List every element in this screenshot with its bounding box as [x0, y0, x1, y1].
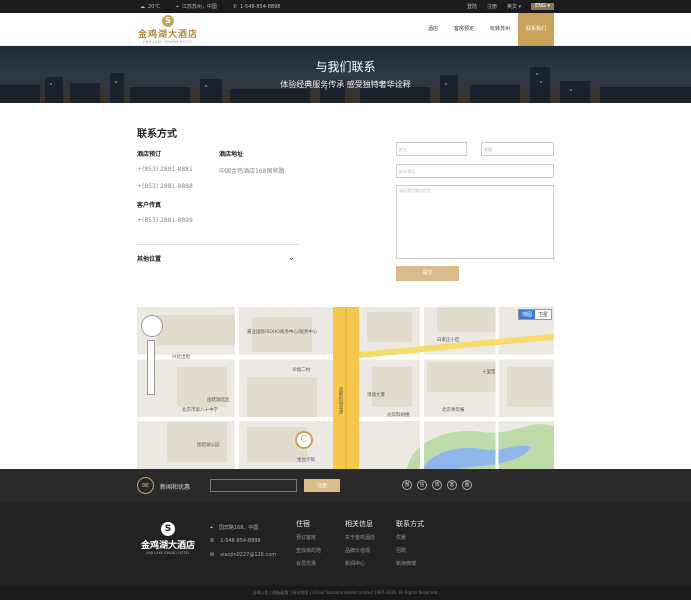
map-pan-control[interactable]: [141, 315, 163, 337]
logo-mark-icon: S: [162, 15, 174, 27]
footer-logo-mark-icon: S: [161, 522, 175, 536]
language-dropdown[interactable]: 英文 ▾: [507, 3, 521, 10]
divider: [137, 244, 299, 245]
map-label: 嘉业国际/SOHO商务中心/服务中心: [247, 330, 318, 335]
brand-name-cn: 金鸡湖大酒店: [138, 30, 199, 40]
banner-subtitle: 体验经典服务传承 感受独特奢华诠释: [280, 80, 411, 89]
weibo-icon[interactable]: 微: [402, 480, 412, 490]
brand-name-en: JINJI LAKE GRAND HOTEL: [142, 40, 193, 44]
top-bar: ☁ 20℃ ⌖ 江苏苏州，中国 ✆ 1-548-854-8898 登陆 注册 英…: [0, 0, 691, 13]
wechat-icon[interactable]: 信: [417, 480, 427, 490]
footer-phone: ✆ 1-548-854-8898: [210, 538, 261, 544]
location-text: 江苏苏州，中国: [181, 4, 217, 10]
footer-col-head: 相关信息: [345, 520, 373, 528]
contact-title: 联系方式: [137, 129, 177, 140]
lang-switch[interactable]: ENG ▾: [531, 3, 554, 10]
nav-hotel[interactable]: 酒店: [420, 13, 446, 46]
header: S 金鸡湖大酒店 JINJI LAKE GRAND HOTEL 酒店 客房预定 …: [0, 13, 691, 46]
newsletter-email-input[interactable]: [210, 479, 297, 492]
nav-booking[interactable]: 客房预定: [446, 13, 482, 46]
map-view-button[interactable]: 地图: [518, 310, 535, 319]
phone-icon: ✆: [210, 538, 215, 544]
other-locations-toggle[interactable]: 其他位置: [137, 254, 161, 263]
fax-label: 客户传真: [137, 202, 162, 209]
footer-brand-en: JINJI LAKE GRAND HOTEL: [146, 551, 190, 555]
mail-icon: ✉: [210, 552, 215, 558]
chevron-down-icon[interactable]: ⌄: [288, 253, 295, 262]
booking-phone-2: +(853) 2881-8888: [137, 183, 193, 190]
map-label: 首都机场高速: [338, 387, 343, 414]
phone-icon: ✆: [232, 3, 238, 10]
map-label: 团结湖公园: [197, 443, 220, 448]
register-link[interactable]: 注册: [487, 3, 497, 10]
location-map[interactable]: 地图 卫星 嘉业国际/SOHO商务中心/服务中心 白家庄小区 团结湖北区 北京市…: [137, 307, 554, 469]
blog-icon[interactable]: 博: [432, 480, 442, 490]
fax-phone: +(853) 2881-8899: [137, 217, 193, 224]
brand-logo[interactable]: S 金鸡湖大酒店 JINJI LAKE GRAND HOTEL: [138, 15, 198, 44]
footer-link[interactable]: 新浪微博: [396, 560, 416, 567]
footer-address: ⌖ 国宾路168、中国: [210, 525, 259, 531]
message-textarea[interactable]: [396, 185, 554, 259]
map-label: 金台夕照: [297, 458, 315, 463]
weather-icon: ☁: [140, 3, 145, 10]
login-link[interactable]: 登陆: [467, 3, 477, 10]
phone-text: 1-548-854-8898: [240, 3, 281, 10]
map-label: 幸福二村: [292, 368, 310, 373]
booking-phone-1: +(853) 2881-8881: [137, 166, 193, 173]
weather-text: 20℃: [148, 3, 160, 10]
footer-email[interactable]: ✉ xiaojin0227@126.com: [210, 552, 276, 558]
weather-info: ☁ 20℃: [140, 4, 160, 10]
hotel-marker-icon[interactable]: C: [295, 431, 313, 449]
nav-explore[interactable]: 玩转苏州: [482, 13, 518, 46]
main-nav: 酒店 客房预定 玩转苏州 联系我们: [420, 13, 554, 46]
booking-label: 酒店预订: [137, 151, 162, 158]
nav-contact[interactable]: 联系我们: [517, 13, 554, 46]
footer-link[interactable]: 关于金鸡酒店: [345, 534, 375, 541]
map-type-toggle: 地图 卫星: [517, 309, 552, 320]
footer-link[interactable]: 新闻中心: [345, 560, 365, 567]
name-input[interactable]: [396, 142, 467, 156]
map-label: 北京青年报: [442, 408, 465, 413]
map-label: 光华科研楼: [387, 413, 410, 418]
map-label: 兴达出租: [172, 355, 190, 360]
map-label: 北京市第八十中学: [182, 408, 218, 413]
address-text: 中国金鸡酒店168国宾路: [219, 168, 285, 175]
newsletter-bar: ✉ 新闻和优惠 注册 微 信 博 客 圈: [0, 469, 691, 502]
phone-input[interactable]: [396, 164, 554, 178]
email-input[interactable]: [481, 142, 554, 156]
map-label: 团结湖北区: [207, 398, 230, 403]
banner-title: 与我们联系: [315, 60, 376, 74]
footer-link[interactable]: 预订客房: [296, 534, 316, 541]
newsletter-label: 新闻和优惠: [160, 484, 191, 491]
address-label: 酒店地址: [219, 151, 244, 158]
location-pin-icon: ⌖: [210, 525, 213, 531]
location-info: ⌖ 江苏苏州，中国: [175, 3, 217, 11]
satellite-view-button[interactable]: 卫星: [535, 310, 551, 319]
hero-banner: 与我们联系 体验经典服务传承 感受独特奢华诠释: [0, 46, 691, 103]
contact-section: 联系方式 酒店预订 +(853) 2881-8881 +(853) 2881-8…: [0, 103, 691, 303]
footer-col-head: 住宿: [296, 520, 310, 528]
qq-icon[interactable]: 客: [447, 480, 457, 490]
footer-brand-cn: 金鸡湖大酒店: [140, 541, 195, 551]
submit-button[interactable]: 提交: [396, 266, 459, 281]
footer-link[interactable]: 优惠: [396, 534, 406, 541]
social-links: 微 信 博 客 圈: [402, 480, 472, 490]
mail-icon: ✉: [137, 477, 154, 494]
location-pin-icon: ⌖: [175, 3, 179, 10]
map-label: 白家庄小区: [437, 338, 460, 343]
footer-link[interactable]: 查找目的地: [296, 547, 321, 554]
footer-logo: S 金鸡湖大酒店 JINJI LAKE GRAND HOTEL: [136, 522, 200, 555]
footer-link[interactable]: 品牌价值观: [345, 547, 370, 554]
footer-link[interactable]: 会员优惠: [296, 560, 316, 567]
newsletter-submit-button[interactable]: 注册: [304, 479, 340, 492]
footer-col-head: 联系方式: [396, 520, 424, 528]
map-label: 十里堡: [482, 370, 496, 375]
copyright-bar: 法律公告 | 隐私政策 | 网站地图 | ©Four Seasons Hotel…: [0, 586, 691, 600]
moments-icon[interactable]: 圈: [462, 480, 472, 490]
phone-info: ✆ 1-548-854-8898: [233, 4, 281, 10]
footer-link[interactable]: 招聘: [396, 547, 406, 554]
map-zoom-slider[interactable]: [147, 340, 155, 395]
map-label: 博瑞大厦: [367, 393, 385, 398]
footer: S 金鸡湖大酒店 JINJI LAKE GRAND HOTEL ⌖ 国宾路168、…: [0, 502, 691, 586]
